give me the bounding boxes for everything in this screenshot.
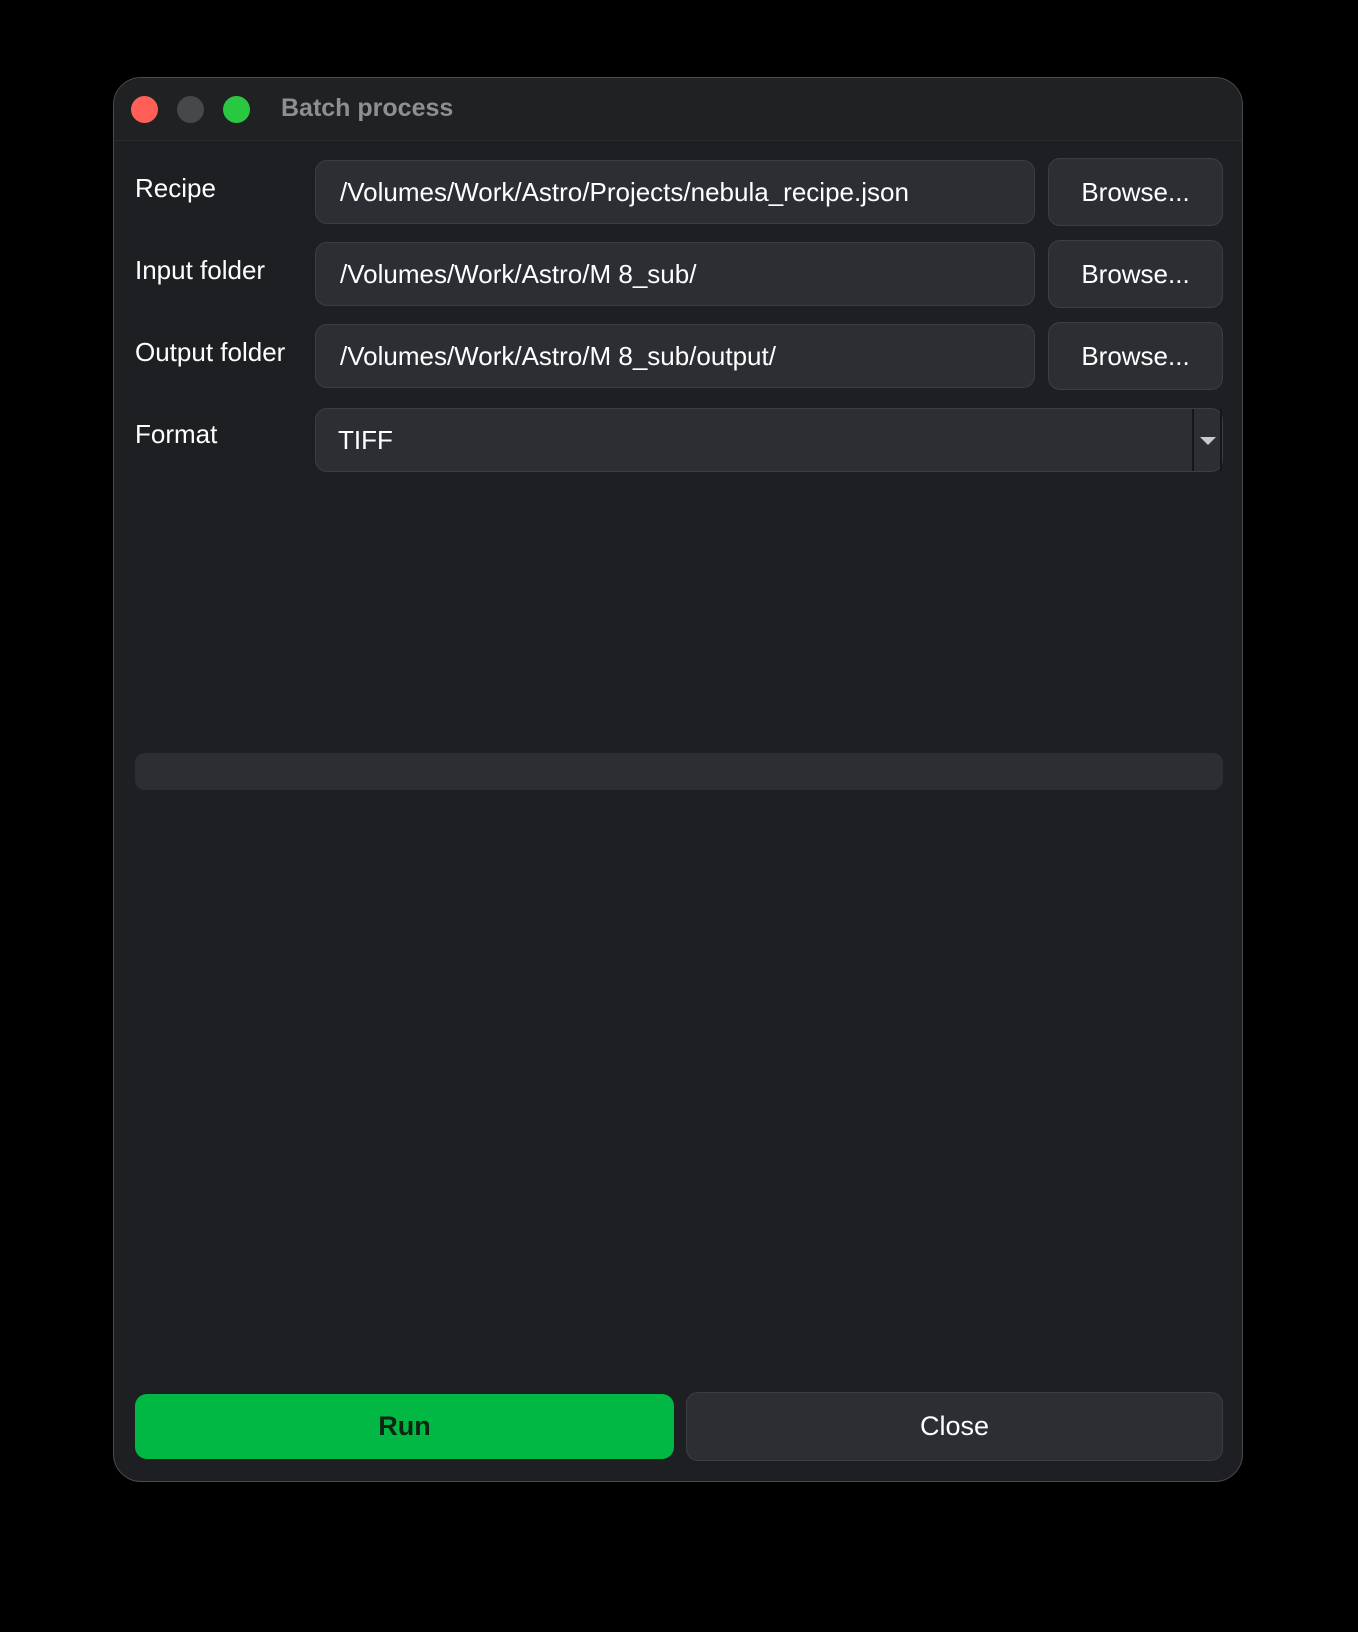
progress-bar <box>135 753 1223 790</box>
run-button[interactable]: Run <box>135 1394 674 1459</box>
close-button[interactable]: Close <box>686 1392 1223 1461</box>
window-minimize-button[interactable] <box>177 96 204 123</box>
recipe-browse-button[interactable]: Browse... <box>1048 158 1223 226</box>
input-folder-input[interactable]: /Volumes/Work/Astro/M 8_sub/ <box>315 242 1035 306</box>
format-select[interactable]: TIFF <box>315 408 1223 472</box>
recipe-label: Recipe <box>135 173 216 203</box>
output-folder-label: Output folder <box>135 337 286 367</box>
window-close-button[interactable] <box>131 96 158 123</box>
output-folder-browse-button[interactable]: Browse... <box>1048 322 1223 390</box>
input-folder-browse-button[interactable]: Browse... <box>1048 240 1223 308</box>
batch-process-window: Batch process Recipe /Volumes/Work/Astro… <box>113 77 1243 1482</box>
input-folder-label: Input folder <box>135 255 266 285</box>
chevron-down-icon[interactable] <box>1192 409 1222 471</box>
recipe-path-input[interactable]: /Volumes/Work/Astro/Projects/nebula_reci… <box>315 160 1035 224</box>
window-title: Batch process <box>281 94 454 122</box>
format-label: Format <box>135 419 218 449</box>
output-folder-input[interactable]: /Volumes/Work/Astro/M 8_sub/output/ <box>315 324 1035 388</box>
title-bar: Batch process <box>114 78 1242 141</box>
window-maximize-button[interactable] <box>223 96 250 123</box>
format-selected-value: TIFF <box>338 425 393 455</box>
